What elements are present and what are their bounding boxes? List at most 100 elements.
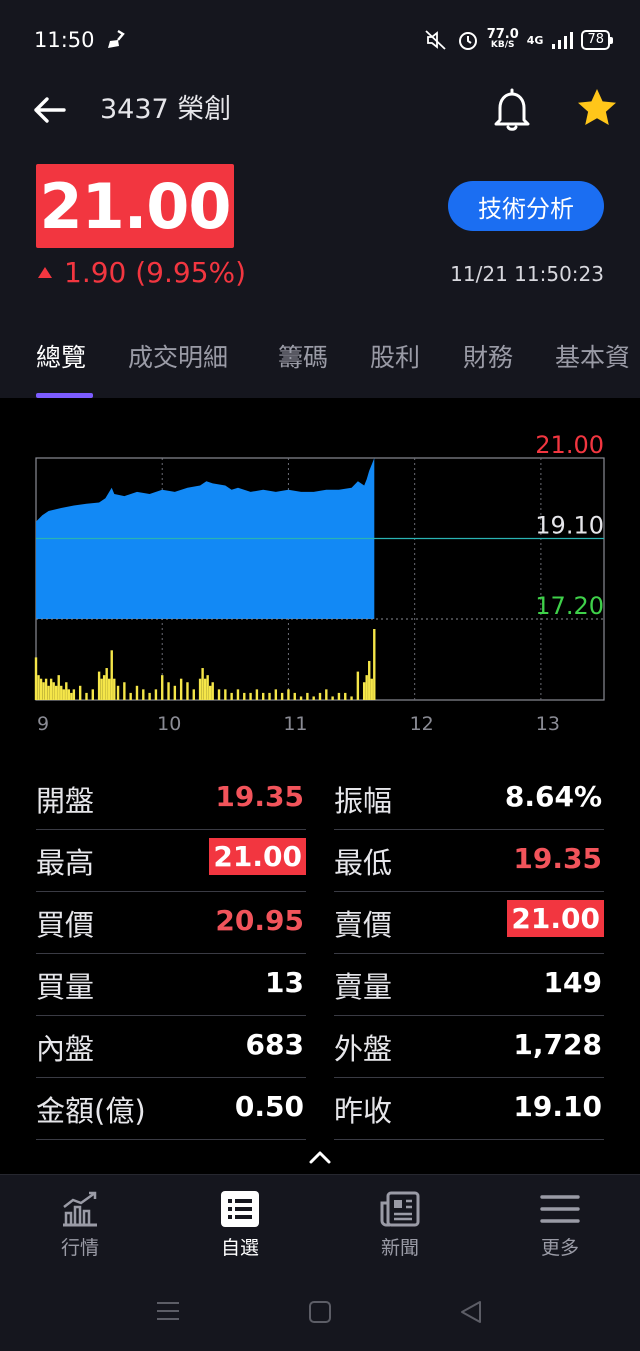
stock-title: 3437 榮創	[100, 94, 232, 125]
volume-bar	[42, 682, 45, 700]
cleaner-icon	[108, 29, 125, 48]
volume-bar	[52, 682, 55, 700]
stat-label: 振幅	[334, 784, 393, 818]
stat-value: 21.00	[209, 838, 306, 875]
volume-bar	[243, 692, 246, 700]
y-tick-label: 21.00	[535, 431, 604, 459]
chevron-up-icon[interactable]	[305, 1144, 335, 1170]
tab-chips[interactable]: 籌碼	[278, 338, 328, 374]
volume-bar	[203, 678, 207, 700]
menu-icon	[540, 1195, 580, 1223]
nav-news[interactable]: 新聞	[350, 1189, 450, 1260]
volume-bar	[344, 692, 347, 700]
volume-bar	[224, 689, 227, 700]
tab-dividends[interactable]: 股利	[370, 338, 420, 374]
volume-bar	[135, 685, 139, 700]
volume-bar	[37, 675, 40, 700]
volume-bar	[65, 682, 68, 700]
status-time: 11:50	[34, 28, 95, 52]
alarm-icon	[458, 32, 477, 50]
stat-value: 1,728	[513, 1028, 602, 1061]
status-bar: 11:50 77.0 KB/S 4G 78	[0, 0, 640, 80]
stat-value: 20.95	[215, 904, 304, 937]
volume-bar	[161, 675, 164, 700]
stat-value: 149	[543, 966, 602, 999]
nav-watchlist[interactable]: 自選	[190, 1189, 290, 1260]
volume-bar	[148, 692, 151, 700]
status-indicators: 77.0 KB/S 4G 78	[423, 26, 613, 54]
tab-financials[interactable]: 財務	[463, 338, 513, 374]
stat-label: 最低	[334, 846, 393, 880]
tab-trade-details[interactable]: 成交明細	[128, 338, 228, 374]
nav-label: 自選	[220, 1237, 259, 1259]
nav-label: 更多	[540, 1237, 579, 1259]
volume-bar	[362, 682, 366, 700]
stat-row: 外盤 1,728	[334, 1016, 604, 1078]
volume-bar	[72, 689, 76, 700]
volume-bar	[198, 678, 202, 700]
tab-bar: 總覽 成交明細 籌碼 股利 財務 基本資	[0, 334, 640, 398]
current-price: 21.00	[36, 164, 234, 248]
volume-bar	[44, 678, 48, 700]
stat-value: 19.10	[513, 1090, 602, 1123]
stat-row: 賣價 21.00	[334, 892, 604, 954]
back-arrow-icon[interactable]	[30, 90, 70, 130]
volume-bar	[154, 689, 158, 700]
stat-label: 外盤	[334, 1032, 393, 1066]
volume-bar	[70, 692, 73, 700]
stat-label: 最高	[36, 846, 95, 880]
up-triangle-icon	[38, 267, 52, 278]
stat-value: 19.35	[215, 780, 304, 813]
volume-bar	[85, 692, 88, 700]
technical-analysis-button[interactable]: 技術分析	[448, 181, 604, 231]
volume-bar	[217, 689, 221, 700]
volume-bar	[206, 675, 209, 700]
volume-bar	[179, 678, 183, 700]
volume-bar	[192, 689, 195, 700]
volume-bar	[123, 682, 126, 700]
volume-bar	[337, 692, 341, 700]
stat-value: 21.00	[507, 900, 604, 937]
quote-timestamp: 11/21 11:50:23	[450, 262, 604, 286]
volume-bar	[318, 692, 322, 700]
signal-icon	[552, 32, 574, 49]
stat-row: 金額(億) 0.50	[36, 1078, 306, 1140]
volume-bar	[236, 689, 240, 700]
volume-bar	[105, 668, 108, 700]
volume-bar	[67, 689, 71, 700]
nav-market[interactable]: 行情	[30, 1189, 130, 1260]
volume-bar	[368, 660, 371, 700]
volume-bar	[102, 675, 106, 700]
volume-bar	[201, 668, 204, 700]
nav-label: 新聞	[380, 1237, 419, 1259]
stock-header: 3437 榮創 21.00 技術分析 1.90 (9.95%) 11/21 11…	[0, 80, 640, 398]
stat-label: 開盤	[36, 784, 95, 818]
home-icon[interactable]	[308, 1300, 332, 1324]
nav-more[interactable]: 更多	[510, 1189, 610, 1260]
stat-label: 賣價	[334, 908, 393, 942]
volume-bar	[60, 685, 63, 700]
mute-icon	[425, 30, 446, 50]
stat-label: 內盤	[36, 1032, 95, 1066]
network-type: 4G	[526, 33, 544, 47]
volume-bar	[350, 696, 353, 700]
volume-bar	[116, 685, 120, 700]
volume-bar	[365, 675, 368, 700]
bell-icon[interactable]	[490, 86, 534, 132]
tab-fundamentals[interactable]: 基本資	[555, 338, 630, 374]
recents-icon[interactable]	[155, 1300, 181, 1322]
stat-value: 683	[245, 1028, 304, 1061]
tab-overview[interactable]: 總覽	[36, 338, 86, 374]
volume-bar	[173, 685, 177, 700]
volume-bar	[312, 696, 315, 700]
x-tick-label: 10	[157, 713, 181, 735]
system-nav-bar	[0, 1270, 640, 1351]
volume-bar	[268, 692, 271, 700]
back-icon[interactable]	[458, 1299, 484, 1325]
volume-bar	[287, 689, 290, 700]
news-icon	[380, 1191, 420, 1227]
volume-bar	[78, 685, 82, 700]
star-icon[interactable]	[575, 86, 619, 130]
volume-bar	[306, 692, 309, 700]
volume-bar	[293, 692, 296, 700]
